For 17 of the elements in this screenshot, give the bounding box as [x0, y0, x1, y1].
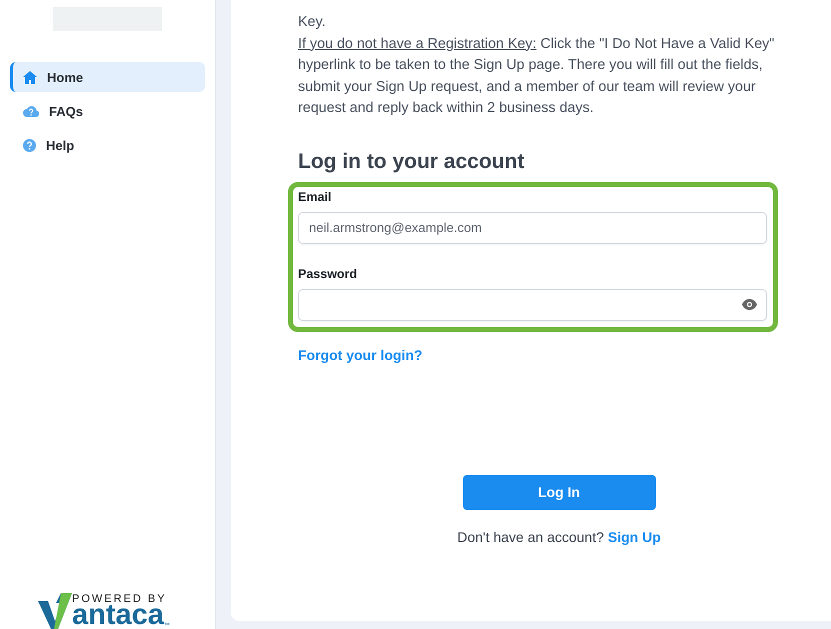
sidebar-item[interactable]: FAQs [10, 96, 205, 126]
email-field[interactable]: neil.armstrong@example.com [298, 212, 767, 244]
intro-text: Key. [298, 13, 327, 32]
signup-prompt: Don't have an account? [457, 528, 604, 544]
intro-paragraph: If you do not have a Registration Key: Click the "I Do Not Have a Valid Key" hyperlink to be taken to the Sign Up page. There you will fill out the fields, submit your Sign Up request, and a member of our team will review your request and reply back within 2 business days. [298, 34, 776, 118]
eye-icon[interactable] [742, 298, 757, 310]
v-logo-icon [38, 593, 72, 629]
sidebar-item[interactable]: Home [10, 62, 205, 92]
help-icon [23, 138, 36, 152]
login-title: Log in to your account [298, 150, 526, 174]
field-label: Password [298, 266, 358, 280]
sidebar-item[interactable]: Help [10, 130, 205, 160]
password-field[interactable] [298, 288, 767, 320]
field-label: Email [298, 190, 332, 204]
home-icon [23, 70, 37, 84]
registration-key-link[interactable]: If you do not have a Registration Key: [298, 36, 536, 52]
cloud-question-icon [23, 105, 39, 117]
